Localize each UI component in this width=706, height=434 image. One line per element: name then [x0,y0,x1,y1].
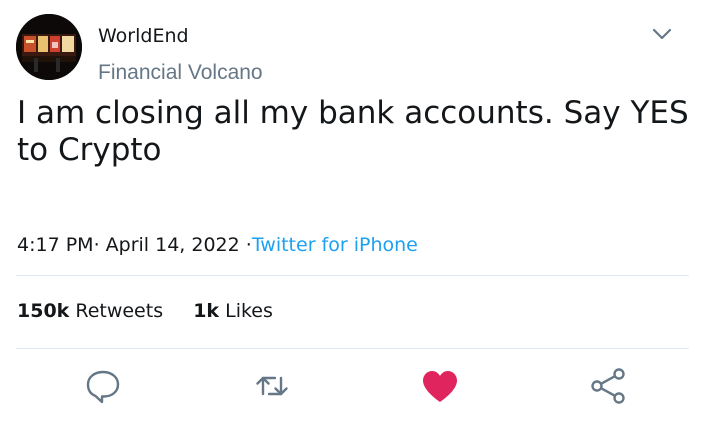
tweet-stats: 150k Retweets 1k Likes [17,300,273,322]
divider [16,275,689,276]
reply-button[interactable] [81,364,125,408]
divider [16,348,689,349]
tweet-menu-button[interactable] [648,22,676,46]
heart-icon [423,371,457,402]
retweet-icon [256,376,288,396]
share-button[interactable] [587,364,631,408]
retweets-stat[interactable]: 150k Retweets [17,300,163,322]
tweet-text: I am closing all my bank accounts. Say Y… [17,95,689,168]
author-handle[interactable]: Financial Volcano [98,61,263,85]
avatar-image [16,14,82,80]
like-button[interactable] [418,364,462,408]
retweet-button[interactable] [250,364,294,408]
tweet-date[interactable]: April 14, 2022 [106,234,240,256]
tweet-time[interactable]: 4:17 PM [17,234,94,256]
meta-separator: · [93,234,100,256]
author-display-name[interactable]: WorldEnd [98,25,189,47]
reply-icon [86,370,120,404]
tweet-source-link[interactable]: Twitter for iPhone [252,234,418,256]
tweet-metadata: 4:17 PM· April 14, 2022 ·Twitter for iPh… [17,234,418,256]
retweets-label: Retweets [75,300,164,322]
retweets-count: 150k [17,300,70,322]
likes-label: Likes [225,300,273,322]
avatar[interactable] [16,14,82,80]
likes-stat[interactable]: 1k Likes [193,300,273,322]
share-icon [591,368,625,404]
chevron-down-icon [652,28,672,40]
likes-count: 1k [193,300,220,322]
